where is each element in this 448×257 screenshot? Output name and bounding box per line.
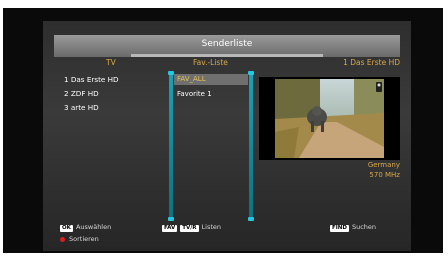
- channel-item-2[interactable]: 2 ZDF HD: [64, 89, 99, 98]
- channel-item-1[interactable]: 1 Das Erste HD: [64, 75, 119, 84]
- sort-label: Sortieren: [69, 235, 99, 243]
- preview-frequency: 570 MHz: [369, 171, 400, 179]
- select-label: Auswählen: [75, 223, 112, 231]
- search-label: Suchen: [351, 223, 377, 231]
- lists-label: Listen: [201, 223, 222, 231]
- channel-item-3[interactable]: 3 arte HD: [64, 103, 99, 112]
- video-preview: [259, 77, 400, 160]
- preview-image: [275, 79, 384, 158]
- channel-list-screen: Senderliste TV Fav.-Liste 1 Das Erste HD…: [43, 21, 411, 251]
- scrollbar-bottom-cap: [168, 217, 174, 221]
- red-button-icon[interactable]: [60, 236, 65, 242]
- tvr-key[interactable]: TV/R: [180, 225, 199, 232]
- header-current-channel: 1 Das Erste HD: [343, 58, 400, 67]
- fav-list-scrollbar[interactable]: [248, 71, 254, 221]
- column-headers: TV Fav.-Liste 1 Das Erste HD: [54, 58, 400, 68]
- ok-key[interactable]: OK: [60, 225, 73, 232]
- dolby-icon: [376, 82, 382, 92]
- preview-country: Germany: [367, 161, 400, 169]
- title-underline: [131, 54, 323, 57]
- tv-bezel: Senderliste TV Fav.-Liste 1 Das Erste HD…: [3, 8, 443, 253]
- scrollbar-top-cap: [248, 71, 254, 75]
- scrollbar-bottom-cap: [248, 217, 254, 221]
- find-key[interactable]: FIND: [330, 225, 349, 232]
- page-title: Senderliste: [201, 39, 253, 49]
- channel-list-scrollbar[interactable]: [168, 71, 174, 221]
- fav-key[interactable]: FAV: [162, 225, 178, 232]
- fav-list-item-all[interactable]: FAV_ALL: [174, 74, 248, 85]
- header-fav-list: Fav.-Liste: [193, 58, 228, 67]
- title-bar: Senderliste: [54, 35, 400, 57]
- fav-list-item-1[interactable]: Favorite 1: [174, 89, 248, 100]
- header-tv: TV: [106, 58, 116, 67]
